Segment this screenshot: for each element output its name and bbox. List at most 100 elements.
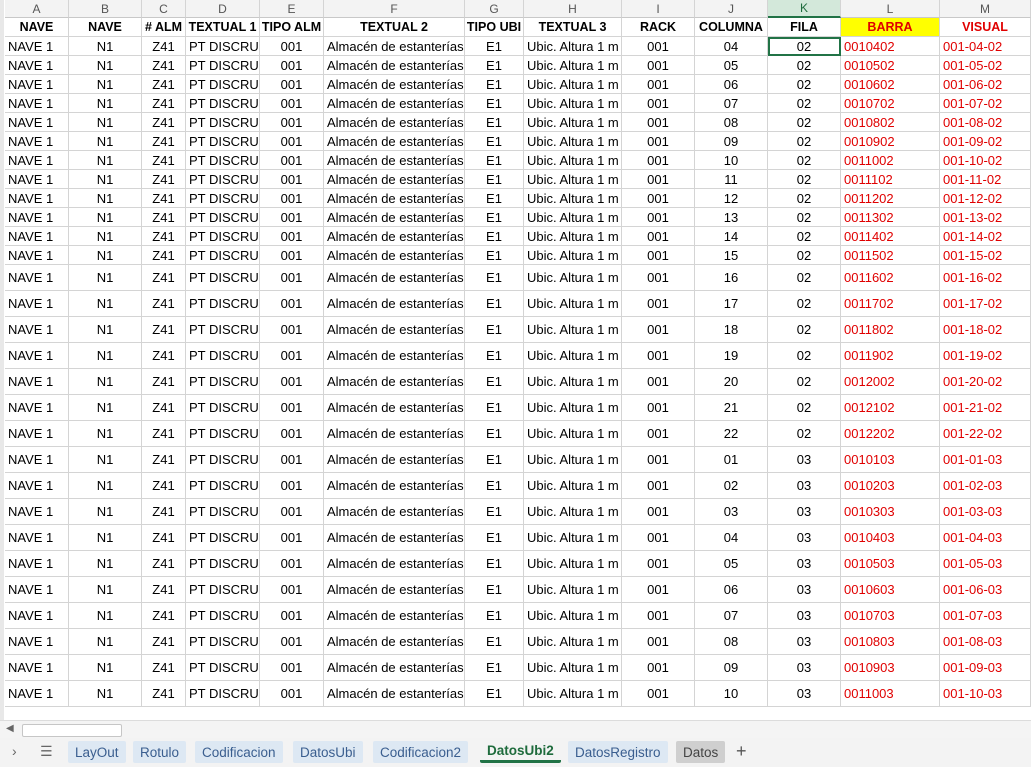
- table-cell[interactable]: 001-14-02: [940, 227, 1031, 246]
- table-cell[interactable]: Almacén de estanterías: [324, 189, 465, 208]
- table-cell[interactable]: 001-06-02: [940, 75, 1031, 94]
- table-cell[interactable]: 13: [695, 208, 768, 227]
- table-cell[interactable]: 001-11-02: [940, 170, 1031, 189]
- table-cell[interactable]: 09: [695, 132, 768, 151]
- table-cell[interactable]: 18: [695, 317, 768, 343]
- table-cell[interactable]: Ubic. Altura 1 m: [524, 317, 622, 343]
- table-cell[interactable]: 03: [768, 629, 841, 655]
- table-cell[interactable]: 001: [260, 655, 324, 681]
- table-cell[interactable]: N1: [69, 317, 142, 343]
- table-cell[interactable]: 07: [695, 603, 768, 629]
- tab-datos[interactable]: Datos: [676, 741, 726, 763]
- table-cell[interactable]: Almacén de estanterías: [324, 208, 465, 227]
- table-cell[interactable]: E1: [465, 525, 524, 551]
- table-cell[interactable]: Almacén de estanterías: [324, 655, 465, 681]
- horizontal-scrollbar[interactable]: ◀: [0, 720, 1031, 739]
- table-cell[interactable]: NAVE 1: [5, 395, 69, 421]
- table-cell[interactable]: N1: [69, 246, 142, 265]
- table-cell[interactable]: NAVE 1: [5, 151, 69, 170]
- table-cell[interactable]: Almacén de estanterías: [324, 395, 465, 421]
- table-cell[interactable]: 0010603: [841, 577, 940, 603]
- table-cell[interactable]: Almacén de estanterías: [324, 577, 465, 603]
- table-cell[interactable]: 001-09-03: [940, 655, 1031, 681]
- header-cell[interactable]: RACK: [622, 18, 695, 37]
- table-cell[interactable]: E1: [465, 75, 524, 94]
- table-cell[interactable]: 03: [768, 447, 841, 473]
- table-cell[interactable]: PT DISCRUZ: [186, 551, 260, 577]
- table-cell[interactable]: 001-17-02: [940, 291, 1031, 317]
- table-cell[interactable]: 02: [768, 291, 841, 317]
- table-cell[interactable]: 03: [768, 551, 841, 577]
- header-cell[interactable]: TIPO UBI: [465, 18, 524, 37]
- table-cell[interactable]: 09: [695, 655, 768, 681]
- table-cell[interactable]: N1: [69, 629, 142, 655]
- table-cell[interactable]: 001-13-02: [940, 208, 1031, 227]
- table-cell[interactable]: NAVE 1: [5, 499, 69, 525]
- table-cell[interactable]: E1: [465, 37, 524, 56]
- table-cell[interactable]: N1: [69, 577, 142, 603]
- table-cell[interactable]: 001: [260, 151, 324, 170]
- table-cell[interactable]: 001-06-03: [940, 577, 1031, 603]
- table-cell[interactable]: Z41: [142, 603, 186, 629]
- table-cell[interactable]: Z41: [142, 265, 186, 291]
- table-cell[interactable]: NAVE 1: [5, 189, 69, 208]
- spreadsheet-grid[interactable]: A B C D E F G H I J K L M NAVE NAVE # ALM TEXTUAL 1 TIPO …: [0, 0, 1031, 720]
- table-cell[interactable]: 001: [260, 603, 324, 629]
- table-cell[interactable]: 19: [695, 343, 768, 369]
- table-cell[interactable]: N1: [69, 170, 142, 189]
- table-cell[interactable]: NAVE 1: [5, 421, 69, 447]
- table-cell[interactable]: 02: [695, 473, 768, 499]
- table-cell[interactable]: 02: [768, 56, 841, 75]
- table-cell[interactable]: Ubic. Altura 1 m: [524, 37, 622, 56]
- table-cell[interactable]: 001-09-02: [940, 132, 1031, 151]
- table-cell[interactable]: PT DISCRUZ: [186, 317, 260, 343]
- table-cell[interactable]: 001-02-03: [940, 473, 1031, 499]
- table-cell[interactable]: 001: [622, 577, 695, 603]
- table-cell[interactable]: 11: [695, 170, 768, 189]
- table-cell[interactable]: 001-05-02: [940, 56, 1031, 75]
- table-cell[interactable]: 10: [695, 151, 768, 170]
- table-cell[interactable]: 001: [622, 603, 695, 629]
- table-cell[interactable]: Ubic. Altura 1 m: [524, 151, 622, 170]
- table-cell[interactable]: 0011902: [841, 343, 940, 369]
- table-cell[interactable]: Ubic. Altura 1 m: [524, 473, 622, 499]
- table-cell[interactable]: PT DISCRUZ: [186, 421, 260, 447]
- table-cell[interactable]: PT DISCRUZ: [186, 246, 260, 265]
- table-cell[interactable]: 03: [768, 577, 841, 603]
- table-cell[interactable]: PT DISCRUZ: [186, 655, 260, 681]
- table-cell[interactable]: PT DISCRUZ: [186, 132, 260, 151]
- table-cell[interactable]: 001: [260, 525, 324, 551]
- table-cell[interactable]: 02: [768, 208, 841, 227]
- table-cell[interactable]: N1: [69, 447, 142, 473]
- table-cell[interactable]: E1: [465, 447, 524, 473]
- table-cell[interactable]: Z41: [142, 75, 186, 94]
- table-cell[interactable]: Z41: [142, 629, 186, 655]
- table-cell[interactable]: 001: [622, 681, 695, 707]
- table-cell[interactable]: 001: [622, 343, 695, 369]
- tab-rotulo[interactable]: Rotulo: [133, 741, 187, 763]
- table-cell[interactable]: Z41: [142, 189, 186, 208]
- column-header-f[interactable]: F: [324, 0, 465, 18]
- table-cell[interactable]: E1: [465, 227, 524, 246]
- table-cell[interactable]: 0010903: [841, 655, 940, 681]
- table-cell[interactable]: PT DISCRUZ: [186, 577, 260, 603]
- table-cell[interactable]: Z41: [142, 681, 186, 707]
- table-cell[interactable]: Ubic. Altura 1 m: [524, 525, 622, 551]
- table-cell[interactable]: Ubic. Altura 1 m: [524, 208, 622, 227]
- table-cell[interactable]: N1: [69, 113, 142, 132]
- table-cell[interactable]: 001: [260, 170, 324, 189]
- table-cell[interactable]: N1: [69, 655, 142, 681]
- table-cell[interactable]: NAVE 1: [5, 655, 69, 681]
- table-cell[interactable]: 001: [622, 291, 695, 317]
- table-cell[interactable]: Z41: [142, 499, 186, 525]
- table-cell[interactable]: N1: [69, 681, 142, 707]
- table-cell[interactable]: E1: [465, 499, 524, 525]
- table-cell[interactable]: N1: [69, 151, 142, 170]
- table-cell[interactable]: 15: [695, 246, 768, 265]
- table-cell[interactable]: 0010303: [841, 499, 940, 525]
- table-cell[interactable]: 001: [622, 369, 695, 395]
- table-cell[interactable]: Ubic. Altura 1 m: [524, 343, 622, 369]
- table-cell[interactable]: PT DISCRUZ: [186, 94, 260, 113]
- table-cell[interactable]: PT DISCRUZ: [186, 525, 260, 551]
- plus-icon[interactable]: +: [736, 741, 747, 762]
